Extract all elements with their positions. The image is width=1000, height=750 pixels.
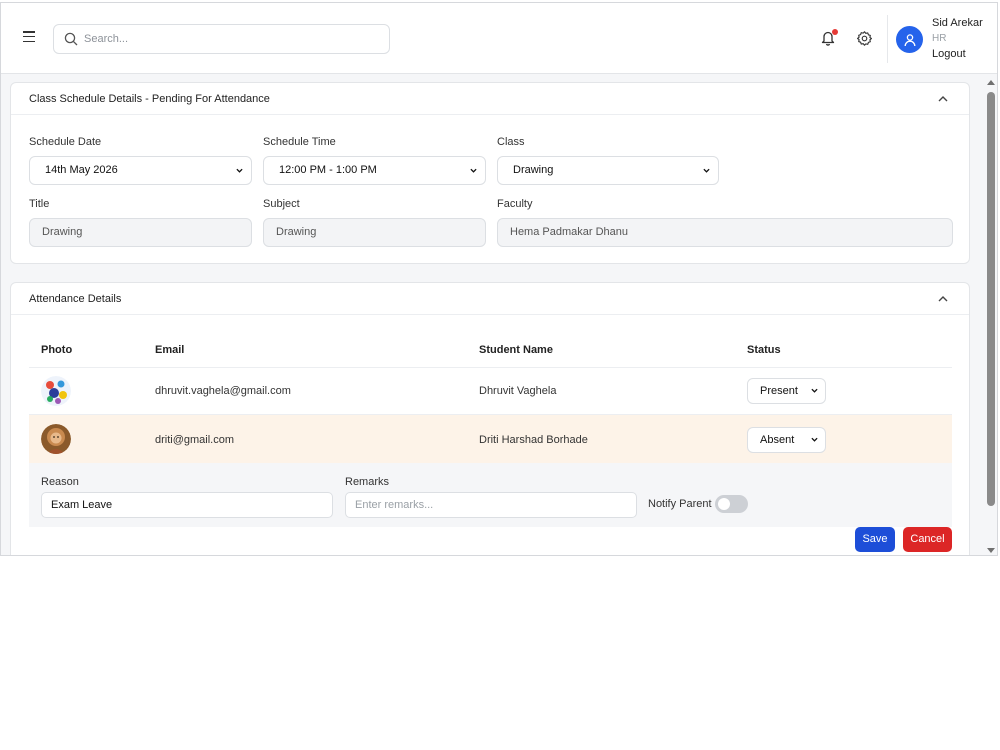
chevron-down-icon <box>811 437 818 442</box>
remarks-field[interactable] <box>345 492 637 518</box>
settings-gear-icon[interactable] <box>856 30 874 48</box>
user-avatar-icon[interactable] <box>896 26 923 53</box>
faculty-label: Faculty <box>497 198 533 210</box>
attendance-card-title: Attendance Details <box>29 293 122 305</box>
class-select[interactable]: Drawing <box>497 156 719 185</box>
scrollbar-thumb[interactable] <box>987 92 995 506</box>
student-photo-icon <box>41 424 71 454</box>
top-header: Sid Arekar HR Logout <box>1 3 997 74</box>
remarks-input[interactable] <box>355 499 622 511</box>
status-select[interactable]: Present <box>747 378 826 404</box>
title-label: Title <box>29 198 50 210</box>
notify-parent-toggle[interactable] <box>715 495 748 513</box>
schedule-card-title: Class Schedule Details - Pending For Att… <box>29 93 270 105</box>
notification-dot <box>832 29 838 35</box>
student-email: driti@gmail.com <box>155 434 235 446</box>
student-email: dhruvit.vaghela@gmail.com <box>155 385 291 397</box>
status-select[interactable]: Absent <box>747 427 826 453</box>
column-header-email: Email <box>155 344 185 356</box>
schedule-card-header[interactable]: Class Schedule Details - Pending For Att… <box>11 83 969 115</box>
remarks-label: Remarks <box>345 476 390 488</box>
reason-label: Reason <box>41 476 79 488</box>
scroll-down-arrow-icon[interactable] <box>987 548 995 553</box>
title-field: Drawing <box>29 218 252 247</box>
user-role: HR <box>932 33 947 44</box>
search-input[interactable] <box>84 29 374 49</box>
status-value: Present <box>760 385 798 397</box>
user-name: Sid Arekar <box>932 17 983 29</box>
toggle-knob <box>718 498 730 510</box>
schedule-date-select[interactable]: 14th May 2026 <box>29 156 252 185</box>
column-header-student-name: Student Name <box>479 344 553 356</box>
notify-parent-label: Notify Parent <box>648 498 712 510</box>
column-header-photo: Photo <box>41 344 73 356</box>
schedule-time-label: Schedule Time <box>263 136 336 148</box>
search-icon <box>64 32 78 46</box>
chevron-down-icon <box>703 168 710 173</box>
chevron-up-icon[interactable] <box>938 294 948 304</box>
cancel-button[interactable]: Cancel <box>903 527 952 552</box>
search-box[interactable] <box>53 24 390 54</box>
attendance-details-card: Attendance Details Photo Email Student N… <box>10 282 970 555</box>
class-value: Drawing <box>513 164 554 176</box>
schedule-date-label: Schedule Date <box>29 136 102 148</box>
reason-value: Exam Leave <box>51 499 113 511</box>
subject-label: Subject <box>263 198 300 210</box>
vertical-scrollbar[interactable] <box>985 75 997 555</box>
save-button[interactable]: Save <box>855 527 895 552</box>
reason-input[interactable]: Exam Leave <box>41 492 333 518</box>
header-divider <box>887 15 888 63</box>
student-name: Driti Harshad Borhade <box>479 434 588 446</box>
class-label: Class <box>497 136 525 148</box>
chevron-down-icon <box>470 168 477 173</box>
student-photo-icon <box>41 376 71 406</box>
attendance-card-header[interactable]: Attendance Details <box>11 283 969 315</box>
app-window: Sid Arekar HR Logout Class Schedule Deta… <box>0 2 998 556</box>
student-name: Dhruvit Vaghela <box>479 385 557 397</box>
chevron-down-icon <box>236 168 243 173</box>
subject-field: Drawing <box>263 218 486 247</box>
table-header-divider <box>29 367 952 368</box>
schedule-time-select[interactable]: 12:00 PM - 1:00 PM <box>263 156 486 185</box>
chevron-up-icon[interactable] <box>938 94 948 104</box>
menu-icon[interactable] <box>23 31 35 43</box>
schedule-date-value: 14th May 2026 <box>45 164 118 176</box>
scroll-up-arrow-icon[interactable] <box>987 80 995 85</box>
status-value: Absent <box>760 434 795 446</box>
column-header-status: Status <box>747 344 781 356</box>
faculty-field: Hema Padmakar Dhanu <box>497 218 953 247</box>
schedule-time-value: 12:00 PM - 1:00 PM <box>279 164 377 176</box>
chevron-down-icon <box>811 388 818 393</box>
logout-link[interactable]: Logout <box>932 48 966 60</box>
schedule-details-card: Class Schedule Details - Pending For Att… <box>10 82 970 264</box>
notification-bell-icon[interactable] <box>820 29 838 47</box>
